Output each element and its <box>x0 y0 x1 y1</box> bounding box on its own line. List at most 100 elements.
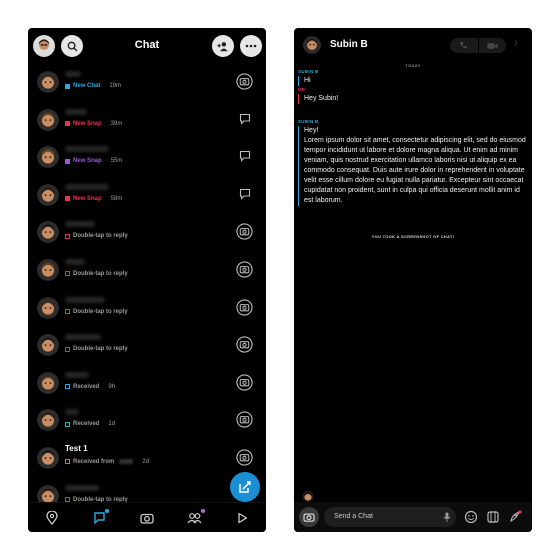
chat-list-header: Chat <box>28 28 266 64</box>
sticker-icon[interactable] <box>486 510 500 524</box>
camera-reply-icon[interactable] <box>236 411 253 428</box>
chat-reply-icon[interactable] <box>239 188 251 200</box>
avatar[interactable] <box>37 71 59 93</box>
chat-row[interactable]: Received 1d <box>28 402 266 440</box>
bitmoji-icon <box>37 71 59 93</box>
camera-reply-icon[interactable] <box>236 298 253 316</box>
new-chat-button[interactable] <box>230 472 260 502</box>
nav-stories[interactable] <box>234 510 250 526</box>
message-text: Hey! <box>298 126 526 136</box>
camera-reply-icon[interactable] <box>236 223 253 240</box>
friend-emoji: 😊 <box>213 263 223 274</box>
chat-row[interactable]: New Snap 58m <box>28 177 266 215</box>
chat-name-redacted <box>65 296 105 303</box>
chat-status: Double-tap to reply <box>65 309 128 315</box>
chat-row[interactable]: New Chat 19m 😊 <box>28 64 266 102</box>
chat-time: 2d <box>142 458 150 465</box>
chat-reply-icon[interactable] <box>239 113 251 125</box>
voice-call-button[interactable] <box>450 38 479 53</box>
status-label: Received from <box>73 458 115 465</box>
chevron-right-icon[interactable]: › <box>514 37 518 49</box>
chat-row[interactable]: Double-tap to reply <box>28 290 266 328</box>
camera-reply-icon[interactable] <box>236 73 253 90</box>
camera-reply-icon[interactable] <box>236 374 253 391</box>
chat-list: New Chat 19m 😊 New Snap 39m New Snap 55m… <box>28 64 266 515</box>
chat-status: Double-tap to reply <box>65 271 128 277</box>
bitmoji-icon <box>37 446 59 469</box>
status-label: Received <box>73 421 100 428</box>
avatar[interactable] <box>37 334 59 357</box>
avatar[interactable] <box>37 108 59 131</box>
bitmoji-icon <box>303 36 321 54</box>
play-icon <box>238 512 247 523</box>
chat-row[interactable]: Double-tap to reply <box>28 327 266 365</box>
avatar[interactable] <box>37 409 59 432</box>
chat-status: Double-tap to reply <box>65 346 128 352</box>
chat-row[interactable]: Double-tap to reply 😊 <box>28 252 266 290</box>
camera-reply-icon[interactable] <box>236 449 253 466</box>
bitmoji-icon <box>37 146 59 169</box>
message: Lorem ipsum dolor sit amet, consectetur … <box>298 136 526 206</box>
chat-row[interactable]: Double-tap to reply <box>28 214 266 252</box>
chat-time: 55m <box>110 158 123 165</box>
chat-row[interactable]: Test 1 Received from 2d <box>28 440 266 478</box>
camera-reply-icon[interactable] <box>236 336 253 353</box>
emoji-icon[interactable] <box>464 510 478 524</box>
conversation-header: Subin B › <box>294 28 532 62</box>
redacted-sender <box>119 459 134 465</box>
nav-chat[interactable] <box>91 508 110 526</box>
chat-row[interactable]: Received 9h <box>28 365 266 403</box>
chat-time: 9h <box>108 383 116 390</box>
chat-status: Received from 2d <box>65 459 149 465</box>
message-input[interactable]: Send a Chat <box>324 507 456 527</box>
video-call-button[interactable] <box>479 38 507 53</box>
more-options-button[interactable] <box>240 35 262 57</box>
message-text: Hey Subin! <box>298 94 526 104</box>
status-icon <box>65 233 70 239</box>
compose-camera-button[interactable] <box>299 507 319 527</box>
status-label: New Snap <box>73 195 102 202</box>
compose-icon <box>239 481 251 493</box>
chat-status: New Snap 58m <box>65 196 122 202</box>
contact-avatar[interactable] <box>303 36 321 54</box>
chat-row[interactable]: New Snap 39m <box>28 102 266 140</box>
chat-reply-icon[interactable] <box>239 150 251 163</box>
avatar[interactable] <box>37 371 59 394</box>
rocket-icon[interactable] <box>508 510 522 524</box>
bitmoji-icon <box>37 183 59 206</box>
avatar[interactable] <box>37 146 59 169</box>
nav-camera[interactable] <box>139 510 155 526</box>
chat-status: Received 9h <box>65 384 115 390</box>
chat-row[interactable]: New Snap 55m 😊 <box>28 139 266 177</box>
nav-map[interactable] <box>44 510 60 526</box>
bitmoji-icon <box>37 409 59 432</box>
message-sender: SUBIN B <box>298 69 319 74</box>
nav-friends[interactable] <box>187 508 205 526</box>
screenshot-notice: YOU TOOK A SCREENSHOT OF CHAT! <box>371 234 455 239</box>
bitmoji-icon <box>37 258 59 281</box>
compose-bar: Send a Chat <box>294 502 532 532</box>
bitmoji-icon <box>37 221 59 244</box>
microphone-icon[interactable] <box>442 512 452 522</box>
message: ME Hey Subin! <box>298 87 526 104</box>
notification-dot <box>105 508 110 513</box>
camera-reply-icon[interactable] <box>236 261 253 278</box>
contact-name[interactable]: Subin B <box>330 39 368 50</box>
add-friend-button[interactable] <box>212 35 234 57</box>
avatar[interactable] <box>37 258 59 281</box>
chat-name-redacted <box>65 334 101 341</box>
chat-bubble-icon <box>94 512 105 524</box>
avatar[interactable] <box>37 446 59 469</box>
status-icon <box>65 309 70 315</box>
notification-dot <box>200 508 205 513</box>
chat-time: 39m <box>110 120 123 127</box>
avatar[interactable] <box>37 221 59 244</box>
status-icon <box>65 384 70 390</box>
avatar[interactable] <box>37 296 59 319</box>
status-label: Double-tap to reply <box>73 233 128 240</box>
conversation-screen: Subin B › TODAY SUBIN B Hi ME Hey Subin! SUB… <box>294 28 532 532</box>
avatar[interactable] <box>37 183 59 206</box>
status-icon <box>65 83 70 89</box>
status-label: New Chat <box>73 83 101 89</box>
status-icon <box>65 459 70 465</box>
